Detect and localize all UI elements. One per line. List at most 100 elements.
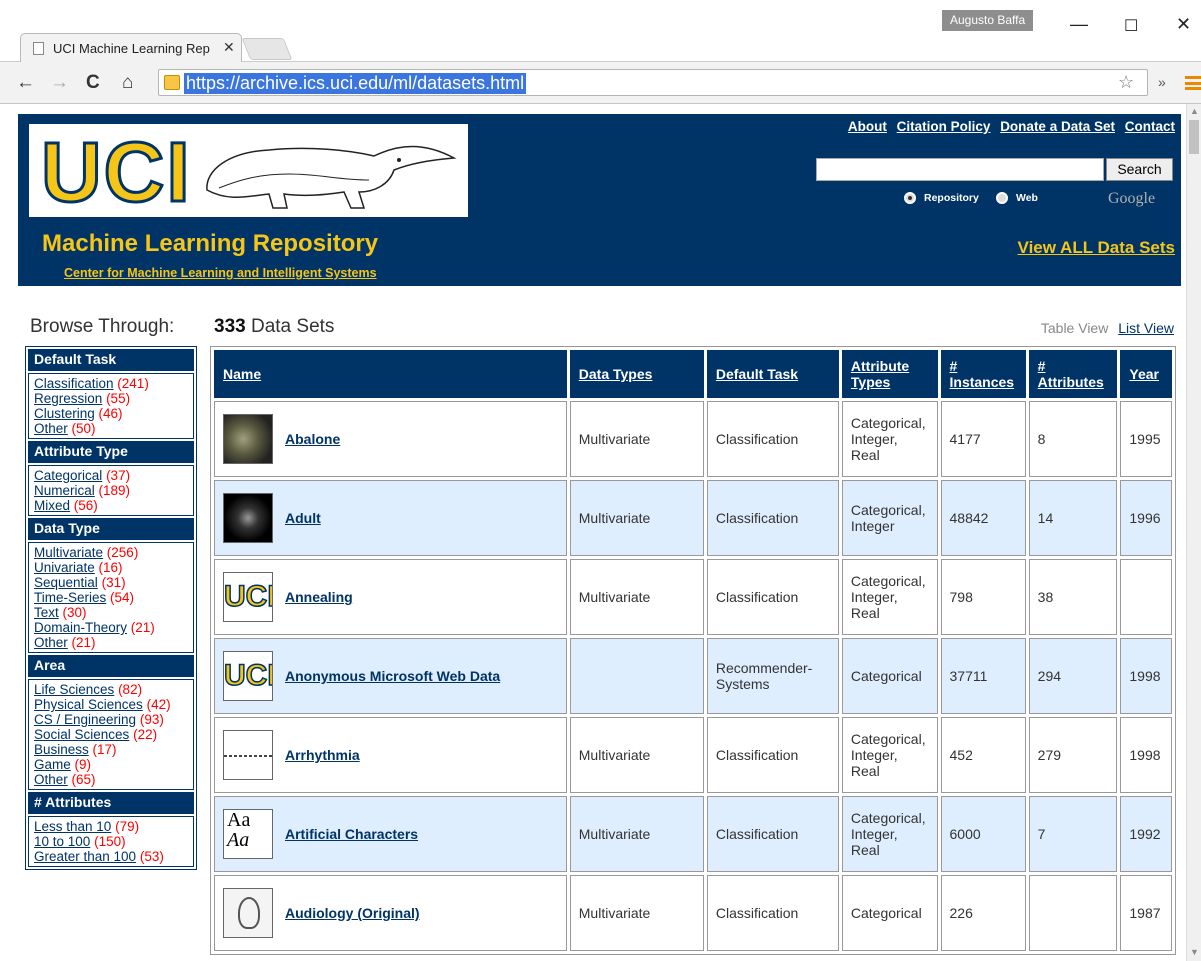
filter-label[interactable]: Other [34,635,68,650]
col-attribute-types[interactable]: Attribute Types [841,350,938,398]
minimize-icon[interactable]: — [1070,14,1088,35]
list-view-link[interactable]: List View [1118,320,1174,336]
filter-label[interactable]: Sequential [34,575,98,590]
filter-label[interactable]: Domain-Theory [34,620,127,635]
close-window-icon[interactable]: ✕ [1176,14,1191,35]
dataset-name-link[interactable]: Abalone [285,431,340,447]
dataset-name-link[interactable]: Audiology (Original) [285,905,420,921]
menu-icon[interactable] [1185,76,1201,90]
filter-label[interactable]: Multivariate [34,545,103,560]
col-name[interactable]: Name [214,350,567,398]
citation-policy-link[interactable]: Citation Policy [897,119,991,134]
search-button[interactable]: Search [1106,158,1173,181]
bookmark-star-icon[interactable]: ☆ [1118,72,1134,93]
site-subtitle-link[interactable]: Center for Machine Learning and Intellig… [64,266,377,280]
sidebar-filter-item[interactable]: Univariate (16) [34,560,188,575]
security-warning-icon[interactable] [164,75,180,90]
filter-label[interactable]: Life Sciences [34,682,114,697]
sidebar-filter-item[interactable]: 10 to 100 (150) [34,834,188,849]
dataset-thumbnail[interactable] [223,730,273,780]
sidebar-filter-item[interactable]: Less than 10 (79) [34,819,188,834]
sidebar-filter-item[interactable]: Regression (55) [34,391,188,406]
sidebar-filter-item[interactable]: Numerical (189) [34,483,188,498]
dataset-thumbnail[interactable]: UCI [223,572,273,622]
view-all-link[interactable]: View ALL Data Sets [1018,238,1175,258]
filter-label[interactable]: Numerical [34,483,95,498]
sidebar-filter-item[interactable]: Clustering (46) [34,406,188,421]
dataset-thumbnail[interactable]: Aa Aa [223,809,273,859]
col-data-types[interactable]: Data Types [569,350,704,398]
dataset-thumbnail[interactable] [223,493,273,543]
sidebar-filter-item[interactable]: Multivariate (256) [34,545,188,560]
filter-label[interactable]: Greater than 100 [34,849,136,864]
dataset-name-link[interactable]: Artificial Characters [285,826,418,842]
radio-web[interactable] [996,192,1008,204]
search-input[interactable] [816,158,1104,181]
scroll-down-icon[interactable]: ▼ [1190,947,1199,957]
sidebar-filter-item[interactable]: Categorical (37) [34,468,188,483]
filter-label[interactable]: 10 to 100 [34,834,90,849]
sidebar-filter-item[interactable]: Mixed (56) [34,498,188,513]
profile-button[interactable]: Augusto Baffa [942,10,1034,31]
sidebar-filter-item[interactable]: Other (65) [34,772,188,787]
dataset-thumbnail[interactable]: UCI [223,651,273,701]
col-attributes[interactable]: # Attributes [1028,350,1118,398]
site-title[interactable]: Machine Learning Repository [42,230,378,258]
filter-label[interactable]: Regression [34,391,102,406]
new-tab-button[interactable] [241,38,293,60]
close-tab-icon[interactable]: ✕ [223,39,235,56]
col-default-task[interactable]: Default Task [706,350,839,398]
browser-tab[interactable]: UCI Machine Learning Rep ✕ [20,33,242,62]
forward-icon[interactable]: → [50,72,69,94]
filter-label[interactable]: Clustering [34,406,95,421]
dataset-name-link[interactable]: Arrhythmia [285,747,360,763]
filter-label[interactable]: Text [34,605,59,620]
col-instances[interactable]: # Instances [940,350,1026,398]
filter-label[interactable]: Other [34,421,68,436]
filter-label[interactable]: Business [34,742,89,757]
dataset-thumbnail[interactable] [223,414,273,464]
col-year[interactable]: Year [1120,350,1172,398]
sidebar-filter-item[interactable]: Other (50) [34,421,188,436]
filter-label[interactable]: Other [34,772,68,787]
address-bar[interactable]: https://archive.ics.uci.edu/ml/datasets.… [158,69,1148,96]
sidebar-filter-item[interactable]: Other (21) [34,635,188,650]
scroll-thumb[interactable] [1189,120,1199,154]
filter-label[interactable]: Social Sciences [34,727,129,742]
back-icon[interactable]: ← [16,72,35,94]
sidebar-filter-item[interactable]: Sequential (31) [34,575,188,590]
dataset-name-link[interactable]: Annealing [285,589,353,605]
contact-link[interactable]: Contact [1125,119,1175,134]
sidebar-filter-item[interactable]: Social Sciences (22) [34,727,188,742]
sidebar-filter-item[interactable]: Physical Sciences (42) [34,697,188,712]
reload-icon[interactable]: C [86,72,100,94]
sidebar-filter-item[interactable]: Game (9) [34,757,188,772]
filter-label[interactable]: Mixed [34,498,70,513]
sidebar-filter-item[interactable]: Business (17) [34,742,188,757]
filter-label[interactable]: CS / Engineering [34,712,136,727]
home-icon[interactable]: ⌂ [122,72,133,94]
filter-label[interactable]: Time-Series [34,590,106,605]
maximize-icon[interactable]: ☐ [1124,16,1138,36]
page-scrollbar[interactable]: ▲ ▼ [1186,104,1201,961]
extensions-chevron-icon[interactable]: » [1158,74,1166,90]
filter-label[interactable]: Categorical [34,468,102,483]
scroll-up-icon[interactable]: ▲ [1190,106,1199,116]
about-link[interactable]: About [848,119,887,134]
url-text[interactable]: https://archive.ics.uci.edu/ml/datasets.… [184,73,527,94]
sidebar-filter-item[interactable]: Text (30) [34,605,188,620]
donate-link[interactable]: Donate a Data Set [1000,119,1115,134]
sidebar-filter-item[interactable]: Greater than 100 (53) [34,849,188,864]
filter-label[interactable]: Less than 10 [34,819,111,834]
filter-label[interactable]: Physical Sciences [34,697,143,712]
sidebar-filter-item[interactable]: Domain-Theory (21) [34,620,188,635]
dataset-name-link[interactable]: Adult [285,510,321,526]
sidebar-filter-item[interactable]: Classification (241) [34,376,188,391]
dataset-thumbnail[interactable] [223,888,273,938]
site-logo[interactable]: UCI [29,124,468,221]
sidebar-filter-item[interactable]: Time-Series (54) [34,590,188,605]
filter-label[interactable]: Univariate [34,560,95,575]
sidebar-filter-item[interactable]: Life Sciences (82) [34,682,188,697]
filter-label[interactable]: Game [34,757,71,772]
dataset-name-link[interactable]: Anonymous Microsoft Web Data [285,668,500,684]
